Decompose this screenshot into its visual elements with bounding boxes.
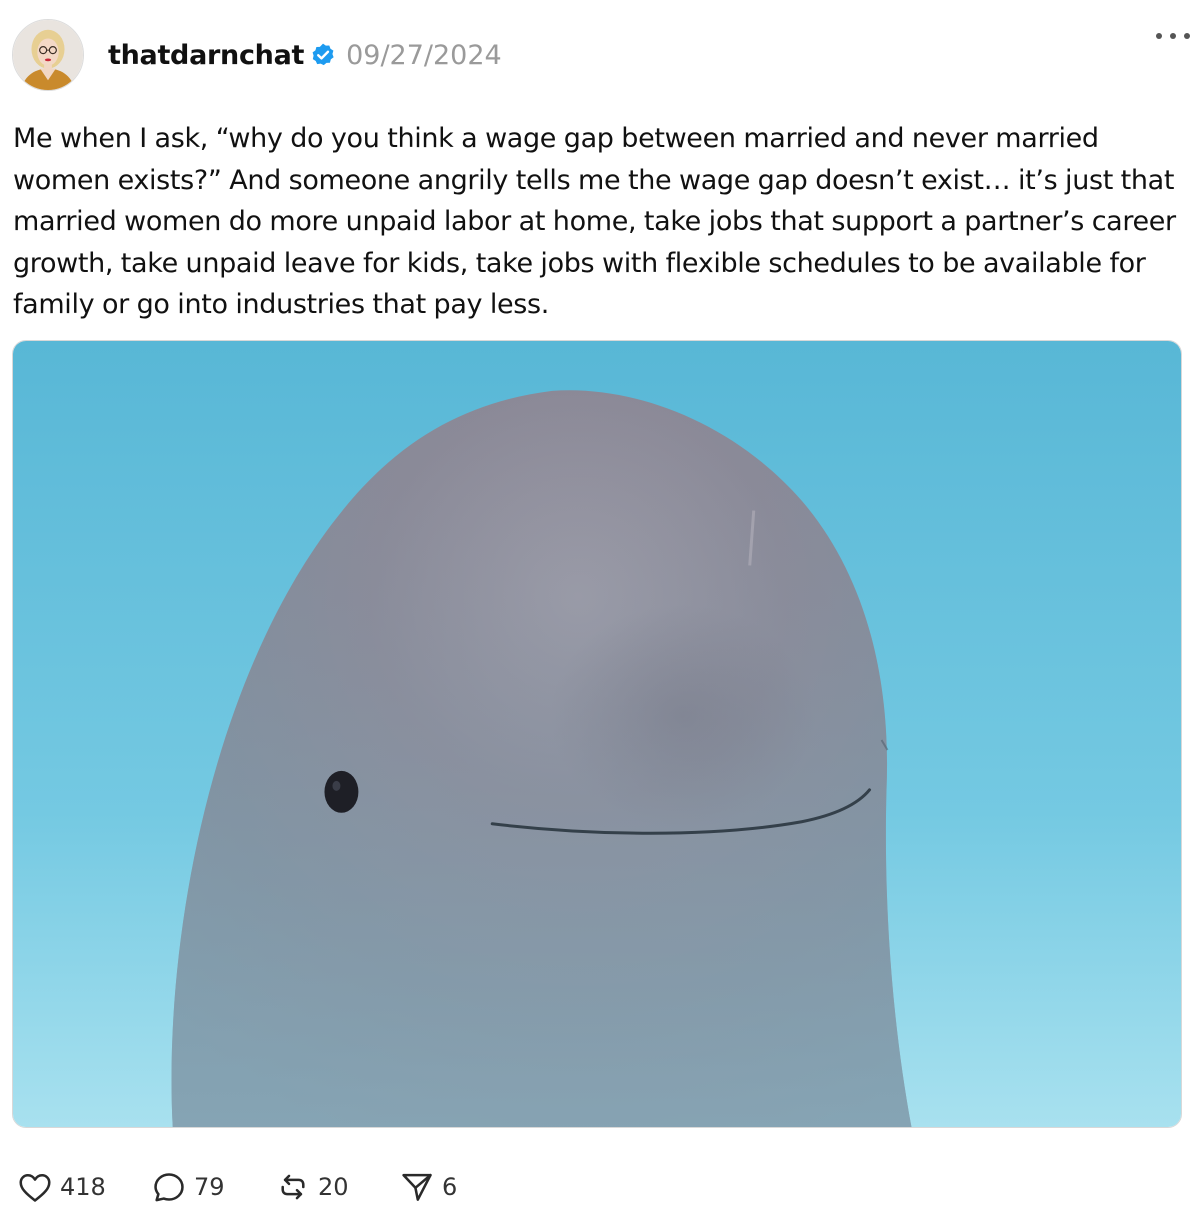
post-header: thatdarnchat 09/27/2024 [12, 18, 1188, 92]
post-card: thatdarnchat 09/27/2024 Me when I ask, “… [0, 0, 1200, 1227]
username[interactable]: thatdarnchat [108, 40, 304, 71]
share-button[interactable]: 6 [398, 1168, 478, 1206]
more-options-icon[interactable] [1156, 26, 1190, 46]
reply-button[interactable]: 79 [150, 1168, 274, 1206]
share-icon [402, 1173, 432, 1201]
post-actions: 418 79 20 6 [16, 1166, 478, 1208]
heart-icon [19, 1174, 51, 1202]
avatar-photo [13, 20, 83, 90]
post-image[interactable] [12, 340, 1182, 1128]
repost-icon [281, 1174, 305, 1200]
share-count: 6 [442, 1173, 458, 1201]
repost-count: 20 [318, 1173, 349, 1201]
reply-count: 79 [194, 1173, 225, 1201]
repost-button[interactable]: 20 [274, 1168, 398, 1206]
verified-badge-icon [310, 42, 336, 68]
post-text: Me when I ask, “why do you think a wage … [13, 123, 1176, 320]
avatar[interactable] [12, 19, 84, 91]
like-button[interactable]: 418 [16, 1168, 150, 1206]
comment-icon [154, 1173, 184, 1202]
like-count: 418 [60, 1173, 106, 1201]
post-date: 09/27/2024 [346, 39, 502, 71]
beluga-whale-photo [13, 341, 1181, 1127]
